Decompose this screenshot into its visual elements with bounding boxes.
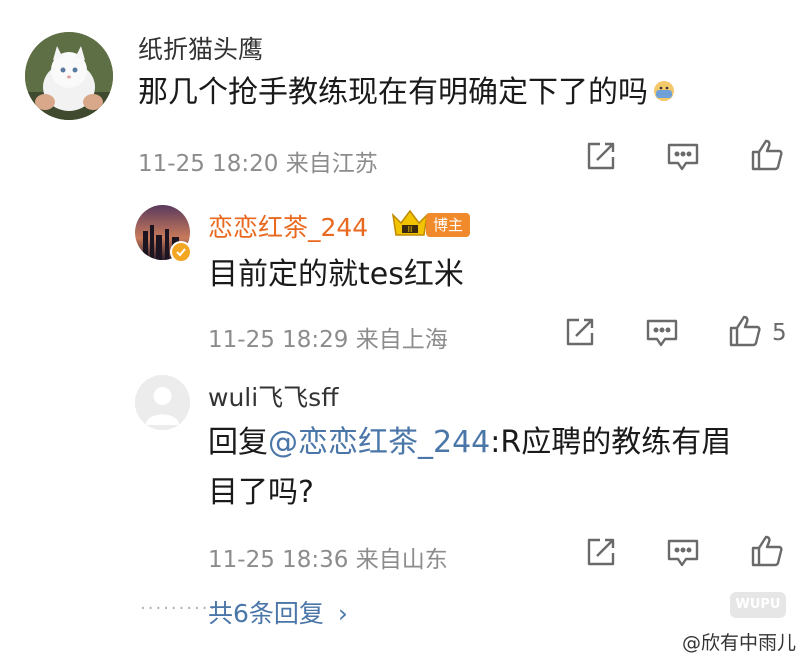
- comment-body: 那几个抢手教练现在有明确定下了的吗: [138, 75, 648, 110]
- hupu-logo: WUPU: [730, 592, 786, 618]
- more-replies-label: 共6条回复: [208, 599, 324, 628]
- reply1-like-count: 5: [772, 320, 787, 346]
- comment-icon: [667, 143, 699, 171]
- reply2-text-line2: 目了吗?: [208, 475, 314, 510]
- reply1-username[interactable]: 恋恋红茶_244: [208, 208, 368, 244]
- comment-icon: [667, 539, 699, 567]
- thumbs-up-icon: [751, 139, 783, 171]
- reply2-prefix: 回复: [208, 425, 268, 460]
- reply2-meta: 11-25 18:36 来自山东: [208, 547, 448, 573]
- chevron-right-icon: ›: [337, 599, 348, 628]
- comment-meta: 11-25 18:20 来自江苏: [138, 151, 378, 177]
- reply2-share-button[interactable]: [585, 536, 617, 568]
- comment-icon: [646, 319, 678, 347]
- commenter-username[interactable]: 纸折猫头鹰: [138, 30, 263, 66]
- verified-badge-icon: [170, 241, 192, 263]
- reply2-comment-button[interactable]: [666, 538, 700, 568]
- comment-button[interactable]: [666, 142, 700, 172]
- view-more-replies-link[interactable]: 共6条回复 ›: [208, 594, 348, 630]
- watermark-credit: @欣有中雨儿: [682, 632, 797, 654]
- reply1-meta: 11-25 18:29 来自上海: [208, 327, 448, 353]
- reply2-avatar[interactable]: [135, 375, 190, 430]
- reply2-text: 回复@恋恋红茶_244:R应聘的教练有眉: [208, 418, 731, 468]
- svg-text:II: II: [408, 225, 413, 234]
- like-button[interactable]: [750, 138, 784, 172]
- mention-link[interactable]: @恋恋红茶_244: [268, 425, 490, 460]
- hupu-logo-text: WUPU: [735, 597, 781, 612]
- thumbs-up-icon: [751, 535, 783, 567]
- share-button[interactable]: [585, 140, 617, 172]
- comment-text: 那几个抢手教练现在有明确定下了的吗: [138, 68, 676, 119]
- share-icon: [566, 318, 594, 346]
- reply1-text: 目前定的就tes红米: [208, 257, 464, 292]
- share-icon: [587, 538, 615, 566]
- blogger-badge: 博主: [426, 213, 471, 237]
- share-icon: [587, 142, 615, 170]
- reply1-share-button[interactable]: [564, 316, 596, 348]
- reply2-username[interactable]: wuli飞飞sff: [208, 378, 338, 414]
- commenter-avatar[interactable]: [25, 32, 113, 120]
- doge-face-emoji-icon: [652, 69, 676, 119]
- reply1-like-button[interactable]: [728, 314, 762, 348]
- reply2-body-line1: :R应聘的教练有眉: [490, 425, 732, 460]
- reply1-comment-button[interactable]: [645, 318, 679, 348]
- more-dots: ··········: [140, 598, 218, 619]
- crown-icon: II: [390, 207, 430, 243]
- thumbs-up-icon: [729, 315, 761, 347]
- reply2-like-button[interactable]: [750, 534, 784, 568]
